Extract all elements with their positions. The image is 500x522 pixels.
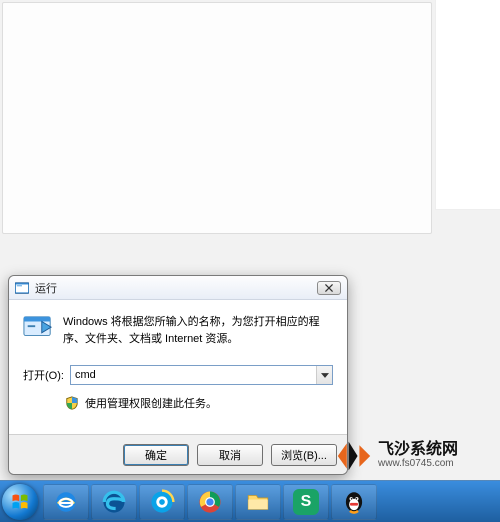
run-dialog-body: Windows 将根据您所输入的名称，为您打开相应的程序、文件夹、文档或 Int… [9,300,347,434]
close-icon [325,284,333,292]
taskbar-item-qqbrowser[interactable] [139,484,185,520]
qq-penguin-icon [341,489,367,515]
close-button[interactable] [317,281,341,295]
chevron-down-icon [321,373,329,378]
run-dialog-description: Windows 将根据您所输入的名称，为您打开相应的程序、文件夹、文档或 Int… [63,314,333,347]
browse-button[interactable]: 浏览(B)... [271,444,337,466]
taskbar-item-explorer[interactable] [235,484,281,520]
taskbar-item-wps[interactable]: S [283,484,329,520]
dialog-button-row: 确定 取消 浏览(B)... [9,434,347,474]
file-explorer-icon [245,489,271,515]
run-dialog-title: 运行 [35,280,317,296]
taskbar: S [0,480,500,522]
open-input-dropdown[interactable] [316,366,332,384]
cancel-button[interactable]: 取消 [197,444,263,466]
ie-icon [53,489,79,515]
run-program-icon [23,314,53,340]
run-dialog-titlebar[interactable]: 运行 [9,276,347,300]
run-dialog-icon [15,281,29,295]
side-panel [435,0,500,210]
edge-icon [101,489,127,515]
ok-button[interactable]: 确定 [123,444,189,466]
wps-spreadsheet-icon: S [293,489,319,515]
uac-shield-icon [65,396,79,410]
taskbar-item-qq[interactable] [331,484,377,520]
background-window [2,2,432,234]
taskbar-item-edge[interactable] [91,484,137,520]
open-input[interactable] [70,365,333,385]
taskbar-item-ie[interactable] [43,484,89,520]
open-label: 打开(O): [23,367,64,383]
windows-logo-icon [10,492,30,512]
admin-note: 使用管理权限创建此任务。 [85,395,217,411]
qqbrowser-icon [149,489,175,515]
taskbar-item-chrome[interactable] [187,484,233,520]
run-dialog: 运行 Windows 将根据您所输入的名称，为您打开相应的程序、文件夹、文档或 … [8,275,348,475]
start-button[interactable] [2,484,38,520]
chrome-icon [197,489,223,515]
